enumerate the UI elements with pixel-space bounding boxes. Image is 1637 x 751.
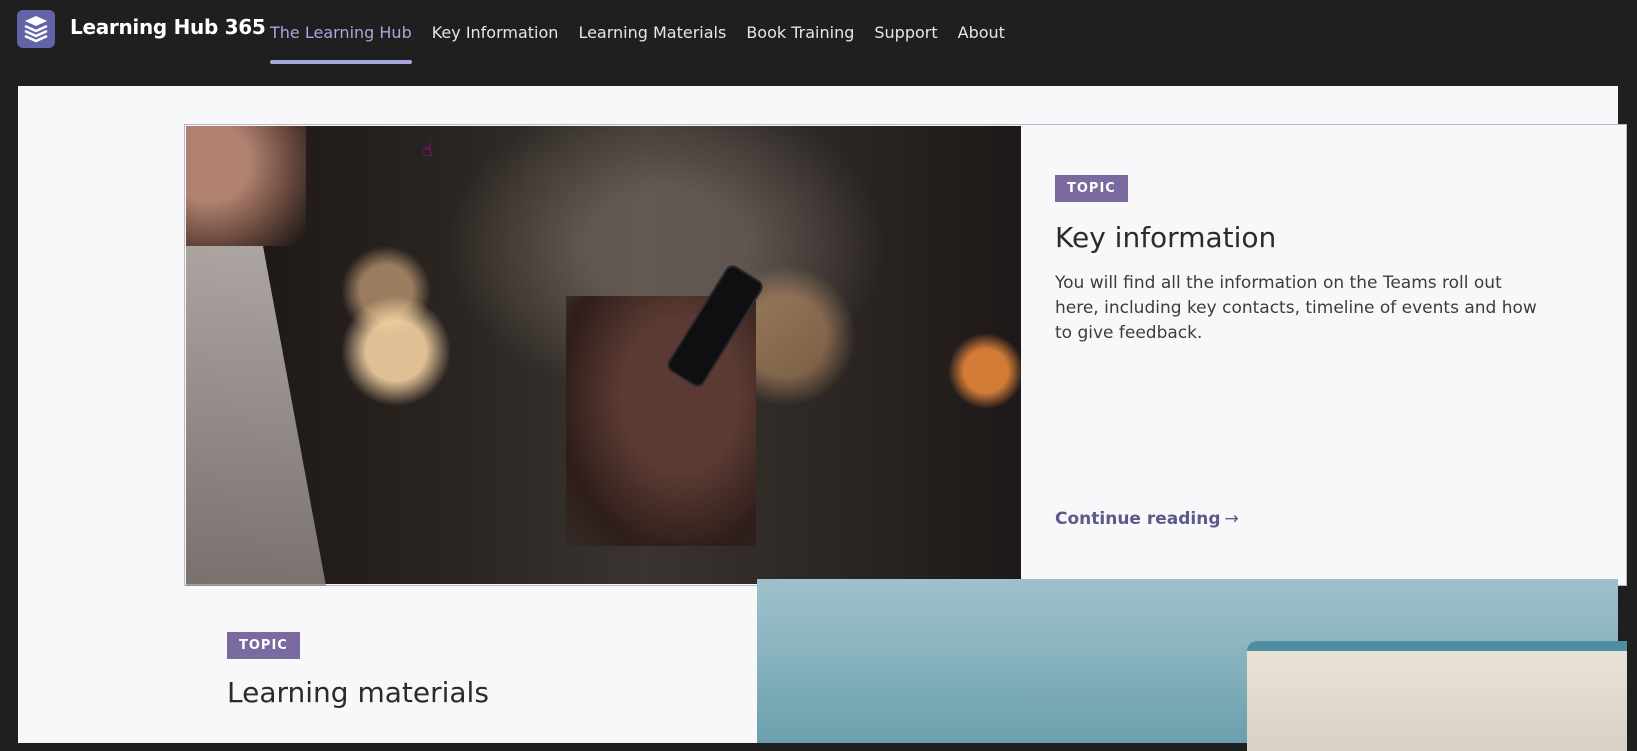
tab-about[interactable]: About: [948, 0, 1015, 64]
app-title: Learning Hub 365: [70, 15, 266, 39]
card-title: Key information: [1055, 221, 1277, 254]
card-description: You will find all the information on the…: [1055, 273, 1537, 343]
tab-support[interactable]: Support: [864, 0, 947, 64]
person-using-smartphone-photo: ☝: [186, 126, 1021, 586]
card-title: Learning materials: [227, 676, 489, 709]
continue-reading-link[interactable]: Continue reading →: [1055, 509, 1239, 529]
arrow-right-icon: →: [1224, 509, 1239, 529]
book-shape: [1247, 641, 1627, 751]
continue-reading-label: Continue reading: [1055, 509, 1221, 529]
hand-pointer-cursor-icon: ☝: [422, 140, 433, 161]
top-nav-bar: Learning Hub 365 The Learning Hub Key In…: [0, 0, 1637, 64]
nav-tabs: The Learning Hub Key Information Learnin…: [260, 0, 1015, 64]
books-on-blue-background-photo: [757, 579, 1627, 751]
tab-key-information[interactable]: Key Information: [422, 0, 569, 64]
face-region: [186, 126, 306, 246]
shirt-region: [186, 246, 326, 586]
main-content: ☝ TOPIC Key information You will find al…: [18, 86, 1627, 751]
tab-book-training[interactable]: Book Training: [736, 0, 864, 64]
topic-card-key-information[interactable]: ☝ TOPIC Key information You will find al…: [184, 124, 1627, 586]
topic-badge: TOPIC: [227, 632, 300, 659]
tab-learning-materials[interactable]: Learning Materials: [568, 0, 736, 64]
stack-books-icon: [17, 10, 55, 48]
tab-the-learning-hub[interactable]: The Learning Hub: [260, 0, 422, 64]
topic-badge: TOPIC: [1055, 175, 1128, 202]
